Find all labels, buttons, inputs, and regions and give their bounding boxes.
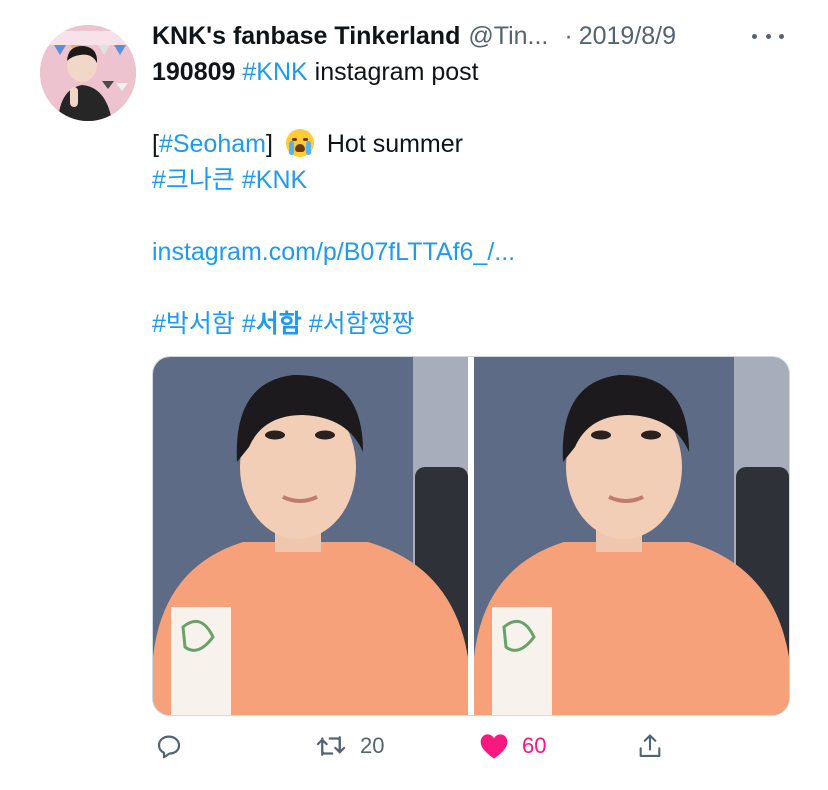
tweet-line-1: 190809 #KNK instagram post — [152, 54, 792, 90]
reply-icon — [157, 735, 181, 759]
photo-1[interactable] — [153, 357, 468, 715]
avatar[interactable] — [40, 25, 136, 121]
hashtag-parkseoham[interactable]: #박서함 — [152, 310, 235, 338]
share-button[interactable] — [636, 726, 664, 766]
photo-2[interactable] — [474, 357, 789, 715]
loudly-crying-face-icon — [285, 129, 314, 157]
header-separator: · — [564, 21, 573, 50]
like-count: 60 — [522, 733, 547, 758]
date-code: 190809 — [152, 58, 236, 86]
hashtag-knk[interactable]: #KNK — [242, 58, 307, 86]
hashtag-knk-2[interactable]: #KNK — [242, 166, 307, 194]
hashtag-seoham-korean[interactable]: #서함 — [242, 310, 302, 338]
tweet-line-2: [#Seoham] Hot summer — [152, 126, 792, 162]
tweet-line-3: #크나큰 #KNK — [152, 162, 792, 198]
selfie-photo-1 — [153, 357, 468, 715]
share-icon — [639, 734, 661, 757]
close-bracket: ] — [265, 130, 273, 158]
line1-rest: instagram post — [307, 58, 479, 86]
media-grid — [152, 356, 790, 716]
more-options-icon[interactable] — [752, 26, 784, 46]
retweet-button[interactable]: 20 — [314, 726, 384, 766]
hashtag-knk-korean[interactable]: #크나큰 — [152, 166, 235, 194]
tweet-actions: 20 60 — [152, 726, 752, 766]
tweet-text: 190809 #KNK instagram post [#Seoham] Hot… — [152, 54, 792, 342]
open-bracket: [ — [152, 130, 159, 158]
reply-button[interactable] — [154, 726, 184, 766]
like-button[interactable]: 60 — [478, 726, 546, 766]
tweet-date[interactable]: 2019/8/9 — [579, 22, 676, 51]
tweet-header: KNK's fanbase Tinkerland @Tin... · 2019/… — [152, 18, 792, 54]
hashtag-seohamjjangjjang[interactable]: #서함짱짱 — [309, 310, 415, 338]
retweet-count: 20 — [360, 733, 385, 758]
hashtag-seoham[interactable]: #Seoham — [159, 130, 266, 158]
retweet-icon — [316, 736, 346, 756]
tweet-line-4: instagram.com/p/B07fLTTAf6_/... — [152, 234, 792, 270]
selfie-photo-2 — [474, 357, 789, 715]
line2-rest: Hot summer — [326, 130, 463, 158]
author-display-name[interactable]: KNK's fanbase Tinkerland — [152, 22, 460, 51]
avatar-image — [40, 25, 136, 121]
author-handle[interactable]: @Tin... — [468, 22, 548, 51]
heart-icon — [480, 734, 508, 759]
tweet-line-5: #박서함 #서함 #서함짱짱 — [152, 306, 792, 342]
instagram-link[interactable]: instagram.com/p/B07fLTTAf6_/... — [152, 238, 515, 266]
